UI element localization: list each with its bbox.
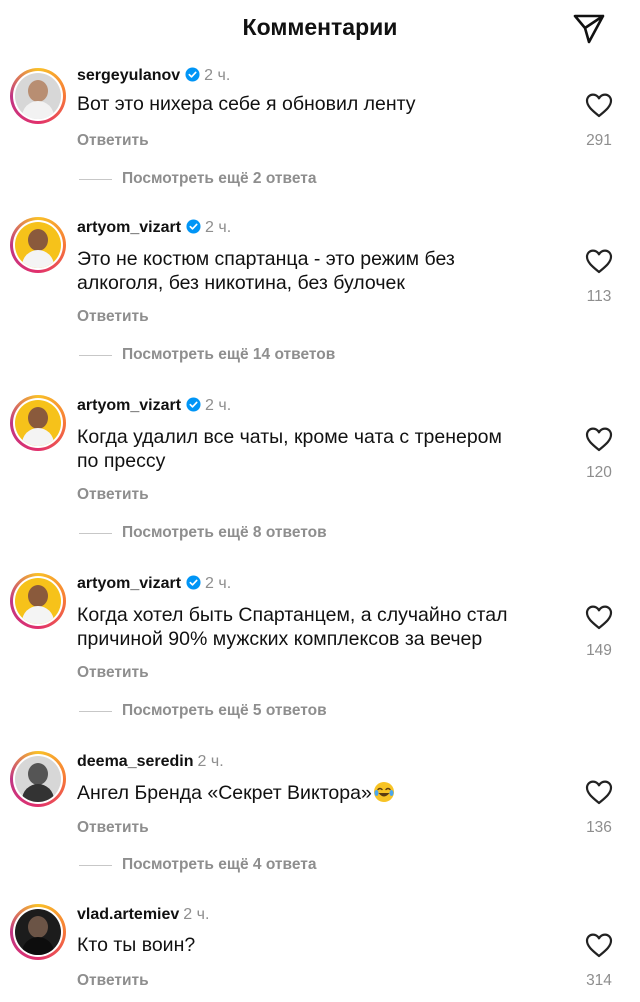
comment-meta: sergeyulanov 2 ч. xyxy=(77,67,230,85)
heart-icon[interactable] xyxy=(584,778,614,806)
reply-button[interactable]: Ответить xyxy=(77,132,149,150)
comment-meta: artyom_vizart 2 ч. xyxy=(77,575,231,593)
comment-text: Когда удалил все чаты, кроме чата с трен… xyxy=(77,425,547,473)
comment-line: Это не костюм спартанца - это режим без xyxy=(77,248,455,270)
reply-button[interactable]: Ответить xyxy=(77,664,149,682)
avatar[interactable] xyxy=(10,217,66,273)
comment-item: vlad.artemiev 2 ч. Кто ты воин? Ответить … xyxy=(0,900,640,1002)
verified-badge-icon xyxy=(186,575,201,590)
view-more-replies[interactable]: Посмотреть ещё 2 ответа xyxy=(79,170,316,188)
username[interactable]: vlad.artemiev xyxy=(77,906,179,923)
username[interactable]: artyom_vizart xyxy=(77,397,181,414)
comment-text: Кто ты воин? xyxy=(77,933,547,957)
tears-of-joy-emoji-icon xyxy=(373,782,394,802)
heart-icon[interactable] xyxy=(584,91,614,119)
divider xyxy=(79,710,112,712)
heart-icon[interactable] xyxy=(584,603,614,631)
timestamp: 2 ч. xyxy=(204,67,231,84)
comment-item: artyom_vizart 2 ч. Когда удалил все чаты,… xyxy=(0,391,640,571)
reply-button[interactable]: Ответить xyxy=(77,486,149,504)
divider xyxy=(79,354,112,356)
comment-line: по прессу xyxy=(77,450,166,472)
like-count: 136 xyxy=(586,819,612,836)
comment-item: artyom_vizart 2 ч. Когда хотел быть Спарт… xyxy=(0,569,640,749)
timestamp: 2 ч. xyxy=(205,219,232,236)
page-title: Комментарии xyxy=(242,14,398,40)
timestamp: 2 ч. xyxy=(205,397,232,414)
avatar[interactable] xyxy=(10,573,66,629)
comment-line: Кто ты воин? xyxy=(77,934,196,956)
like-count: 149 xyxy=(586,642,612,659)
view-more-replies[interactable]: Посмотреть ещё 4 ответа xyxy=(79,856,316,874)
comment-meta: artyom_vizart 2 ч. xyxy=(77,397,231,415)
like-count: 120 xyxy=(586,464,612,481)
comment-text: Вот это нихера себе я обновил ленту xyxy=(77,92,547,116)
like-count: 113 xyxy=(586,288,612,305)
reply-button[interactable]: Ответить xyxy=(77,972,149,990)
comment-line: Когда удалил все чаты, кроме чата с трен… xyxy=(77,426,502,448)
comment-item: sergeyulanov 2 ч. Вот это нихера себе я о… xyxy=(0,58,640,200)
verified-badge-icon xyxy=(186,397,201,412)
divider xyxy=(79,864,112,866)
heart-icon[interactable] xyxy=(584,247,614,275)
comment-text: Ангел Бренда «Секрет Виктора» xyxy=(77,781,547,805)
divider xyxy=(79,532,112,534)
send-icon[interactable] xyxy=(571,11,607,45)
timestamp: 2 ч. xyxy=(197,753,224,770)
view-more-replies[interactable]: Посмотреть ещё 5 ответов xyxy=(79,702,327,720)
comment-line: алкоголя, без никотина, без булочек xyxy=(77,272,405,294)
username[interactable]: artyom_vizart xyxy=(77,219,181,236)
reply-button[interactable]: Ответить xyxy=(77,819,149,837)
timestamp: 2 ч. xyxy=(205,575,232,592)
avatar[interactable] xyxy=(10,68,66,124)
comment-line: Ангел Бренда «Секрет Виктора» xyxy=(77,782,372,804)
comment-item: artyom_vizart 2 ч. Это не костюм спартанц… xyxy=(0,213,640,393)
username[interactable]: deema_seredin xyxy=(77,753,194,770)
avatar[interactable] xyxy=(10,395,66,451)
comments-list[interactable]: sergeyulanov 2 ч. Вот это нихера себе я о… xyxy=(0,58,640,1002)
comment-meta: vlad.artemiev 2 ч. xyxy=(77,906,209,924)
verified-badge-icon xyxy=(185,67,200,82)
comment-meta: artyom_vizart 2 ч. xyxy=(77,219,231,237)
avatar[interactable] xyxy=(10,751,66,807)
reply-button[interactable]: Ответить xyxy=(77,308,149,326)
view-more-replies[interactable]: Посмотреть ещё 14 ответов xyxy=(79,346,335,364)
username[interactable]: artyom_vizart xyxy=(77,575,181,592)
comment-line: Когда хотел быть Спартанцем, а случайно … xyxy=(77,604,508,626)
username[interactable]: sergeyulanov xyxy=(77,67,180,84)
like-count: 314 xyxy=(586,972,612,989)
comment-meta: deema_seredin 2 ч. xyxy=(77,753,224,771)
timestamp: 2 ч. xyxy=(183,906,210,923)
divider xyxy=(79,178,112,180)
view-more-replies[interactable]: Посмотреть ещё 8 ответов xyxy=(79,524,327,542)
header: Комментарии xyxy=(0,0,640,58)
like-count: 291 xyxy=(586,132,612,149)
comment-line: Вот это нихера себе я обновил ленту xyxy=(77,93,416,115)
heart-icon[interactable] xyxy=(584,425,614,453)
heart-icon[interactable] xyxy=(584,931,614,959)
comment-text: Это не костюм спартанца - это режим без … xyxy=(77,247,547,295)
comment-line: причиной 90% мужских комплексов за вечер xyxy=(77,628,483,650)
comment-text: Когда хотел быть Спартанцем, а случайно … xyxy=(77,603,547,651)
comment-item: deema_seredin 2 ч. Ангел Бренда «Секрет В… xyxy=(0,747,640,897)
avatar[interactable] xyxy=(10,904,66,960)
verified-badge-icon xyxy=(186,219,201,234)
